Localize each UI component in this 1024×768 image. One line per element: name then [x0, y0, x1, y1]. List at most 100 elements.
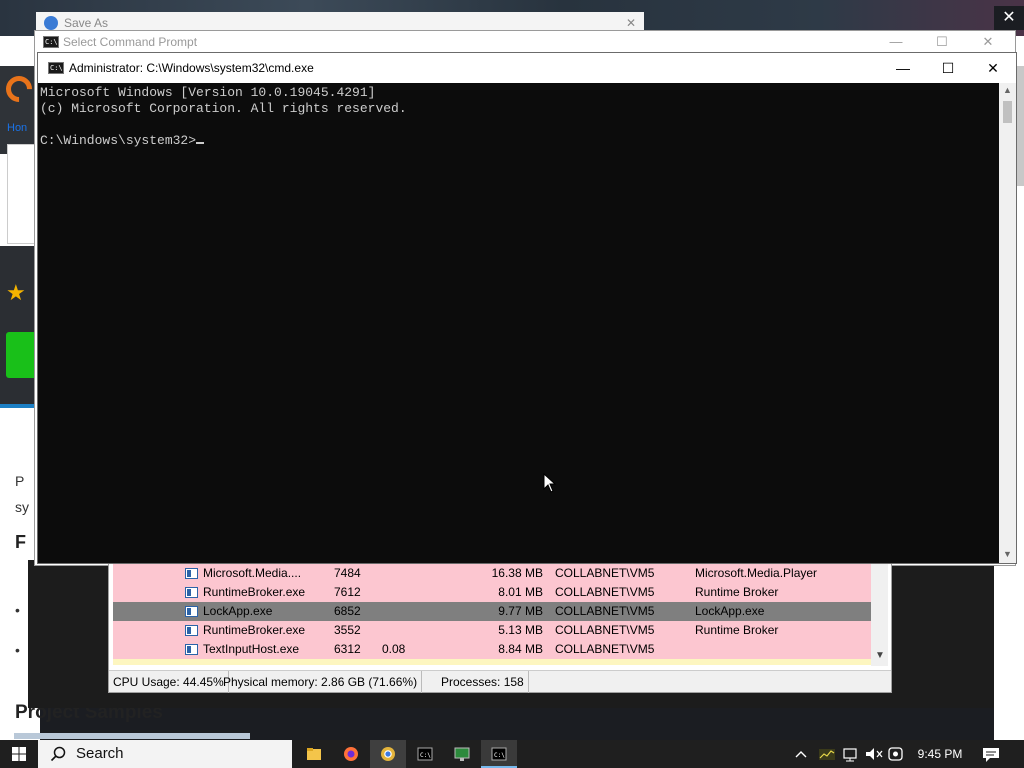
process-pid: 3552: [334, 623, 361, 637]
process-memory: 16.38 MB: [491, 566, 543, 580]
network-icon-button[interactable]: [842, 740, 860, 768]
tray-recorder-button[interactable]: [887, 740, 905, 768]
process-description: Runtime Broker: [695, 623, 779, 637]
bullet-item: •: [15, 642, 20, 658]
scrollbar-thumb[interactable]: [1003, 101, 1012, 123]
start-button[interactable]: [0, 740, 38, 768]
process-name: Microsoft.Media....: [203, 566, 302, 580]
process-user: COLLABNET\VM5: [555, 623, 655, 637]
volume-muted-icon: [866, 748, 883, 760]
process-name: LockApp.exe: [203, 604, 273, 618]
performance-icon: [819, 749, 835, 760]
title-bar[interactable]: C:\ Select Command Prompt — ☐ ✕: [35, 31, 1015, 53]
console-line: (c) Microsoft Corporation. All rights re…: [40, 101, 407, 116]
text-cursor: [196, 142, 205, 144]
process-description: Runtime Broker: [695, 585, 779, 599]
process-user: COLLABNET\VM5: [555, 566, 655, 580]
cmd-window[interactable]: C:\ Administrator: C:\Windows\system32\c…: [37, 52, 1017, 564]
table-row[interactable]: Microsoft.Media.... 7484 16.38 MB COLLABNET…: [113, 564, 871, 583]
save-as-title: Save As: [64, 16, 109, 30]
process-pid: 6312: [334, 642, 361, 656]
process-user: COLLABNET\VM5: [555, 604, 655, 618]
process-name: RuntimeBroker.exe: [203, 585, 306, 599]
svg-text:C:\: C:\: [420, 752, 431, 759]
process-description: Microsoft.Media.Player: [695, 566, 818, 580]
page-scrollbar-thumb[interactable]: [1016, 66, 1024, 186]
process-icon: [185, 625, 198, 636]
close-icon[interactable]: ✕: [994, 6, 1024, 30]
console-scrollbar[interactable]: ▲ ▼: [999, 83, 1016, 563]
table-row[interactable]: TextInputHost.exe 6312 0.08 8.84 MB COLLABNE…: [113, 640, 871, 659]
chevron-up-icon[interactable]: ▲: [1003, 85, 1012, 95]
cmd-icon: C:\: [43, 36, 59, 48]
bullet-item: •: [15, 602, 20, 618]
monitor-icon: [454, 747, 470, 761]
process-icon: [185, 587, 198, 598]
table-row[interactable]: RuntimeBroker.exe 7612 8.01 MB COLLABNET\VM…: [113, 583, 871, 602]
home-link[interactable]: Hon: [7, 122, 27, 134]
cpu-usage-status: CPU Usage: 44.45%: [109, 671, 229, 693]
chrome-icon: [381, 747, 395, 761]
notifications-button[interactable]: [980, 740, 1002, 768]
process-name: RuntimeBroker.exe: [203, 623, 306, 637]
maximize-button[interactable]: ☐: [925, 53, 971, 83]
process-icon: [185, 644, 198, 655]
console-output[interactable]: Microsoft Windows [Version 10.0.19045.42…: [38, 83, 1000, 563]
search-icon: [50, 746, 66, 762]
close-button[interactable]: ✕: [970, 53, 1016, 83]
search-label: Search: [76, 745, 124, 762]
taskbar: Search C:\ C:\ 9:45 PM: [0, 740, 1024, 768]
cmd-icon: C:\: [491, 747, 507, 761]
process-table[interactable]: Microsoft.Media.... 7484 16.38 MB COLLABNET…: [113, 564, 871, 665]
chevron-up-icon: [795, 751, 807, 758]
folder-icon: [307, 748, 321, 760]
chevron-down-icon[interactable]: ▼: [875, 650, 885, 661]
table-row[interactable]: RuntimeBroker.exe 3552 5.13 MB COLLABNET\VM…: [113, 621, 871, 640]
show-hidden-icons-button[interactable]: [794, 740, 808, 768]
svg-text:C:\: C:\: [494, 752, 505, 759]
clock[interactable]: 9:45 PM: [908, 740, 972, 768]
taskbar-process-explorer[interactable]: [444, 740, 480, 768]
taskbar-chrome[interactable]: [370, 740, 406, 768]
maximize-button[interactable]: ☐: [919, 31, 965, 53]
process-icon: [185, 568, 198, 579]
minimize-button[interactable]: —: [873, 31, 919, 53]
network-icon: [843, 748, 857, 762]
taskbar-search-box[interactable]: Search: [38, 740, 292, 768]
cmd-icon: C:\: [417, 747, 433, 761]
process-list-scrollbar[interactable]: ▼: [871, 564, 888, 666]
chevron-down-icon[interactable]: ▼: [1003, 549, 1012, 559]
features-heading: F: [15, 532, 26, 552]
process-explorer-window[interactable]: Microsoft.Media.... 7484 16.38 MB COLLABNET…: [108, 563, 892, 693]
process-memory: 8.01 MB: [498, 585, 543, 599]
table-row[interactable]: LockApp.exe 6852 9.77 MB COLLABNET\VM5 LockA…: [113, 602, 871, 621]
process-pid: 7612: [334, 585, 361, 599]
taskbar-file-explorer[interactable]: [296, 740, 332, 768]
star-icon: ★: [6, 280, 26, 305]
process-pid: 6852: [334, 604, 361, 618]
tray-app-icon[interactable]: [818, 740, 836, 768]
process-description: LockApp.exe: [695, 604, 765, 618]
process-user: COLLABNET\VM5: [555, 585, 655, 599]
description-text: P sy: [15, 473, 29, 515]
mouse-pointer-icon: [543, 473, 557, 493]
process-user: COLLABNET\VM5: [555, 642, 655, 656]
minimize-button[interactable]: —: [880, 53, 926, 83]
console-line: Microsoft Windows [Version 10.0.19045.42…: [40, 85, 376, 100]
taskbar-firefox[interactable]: [333, 740, 369, 768]
console-prompt-line[interactable]: C:\Windows\system32>: [40, 133, 1000, 149]
title-bar[interactable]: C:\ Administrator: C:\Windows\system32\c…: [38, 53, 1016, 83]
close-button[interactable]: ✕: [965, 31, 1011, 53]
table-row[interactable]: [113, 659, 871, 665]
screen-recorder-icon: [888, 747, 903, 761]
physical-memory-status: Physical memory: 2.86 GB (71.66%): [219, 671, 423, 693]
taskbar-cmd[interactable]: C:\: [407, 740, 443, 768]
volume-button[interactable]: [864, 740, 884, 768]
notification-icon: [983, 748, 999, 762]
window-title: Administrator: C:\Windows\system32\cmd.e…: [69, 61, 314, 75]
project-thumbnail[interactable]: [14, 733, 250, 739]
process-name: TextInputHost.exe: [203, 642, 300, 656]
process-cpu: 0.08: [382, 642, 406, 656]
taskbar-cmd-admin[interactable]: C:\: [481, 740, 517, 768]
